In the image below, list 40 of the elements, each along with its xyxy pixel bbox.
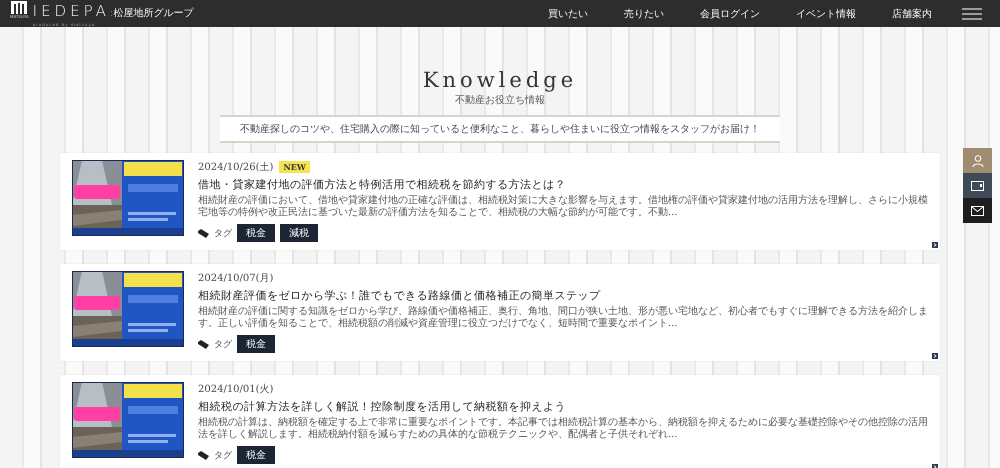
intro-banner: 不動産探しのコツや、住宅購入の際に知っていると便利なこと、暮らしや住まいに役立つ情報をスタッフがお届け！ xyxy=(220,115,780,143)
nav-link[interactable]: 会員ログイン xyxy=(700,6,760,20)
section-subtitle: 不動産お役立ち情報 xyxy=(455,94,545,107)
tag-button[interactable]: 税金 xyxy=(237,335,275,353)
article-title[interactable]: 相続税の計算方法を詳しく解説！控除制度を活用して納税額を抑えよう xyxy=(198,399,928,414)
mail-icon xyxy=(971,206,984,216)
section-title: Knowledge xyxy=(422,67,578,93)
tag-icon xyxy=(198,450,209,460)
menu-icon[interactable] xyxy=(962,8,982,20)
contact-button[interactable] xyxy=(963,173,992,198)
article-title[interactable]: 相続財産評価をゼロから学ぶ！誰でもできる路線価と価格補正の簡単ステップ xyxy=(198,288,928,303)
tag-button[interactable]: 税金 xyxy=(237,224,275,242)
tag-icon xyxy=(198,228,209,238)
mail-button[interactable] xyxy=(963,198,992,223)
article-date: 2024/10/07(月) xyxy=(198,272,274,285)
article-card[interactable]: 2024/10/07(月) 相続財産評価をゼロから学ぶ！誰でもできる路線価と価格補正の簡単ステップ 相続財産の評価に関する知識をゼロから学び、路線価や価格補正、奥行、角地、間口が狭い土地、形が悪い宅地など、初心者でもすぐに理解できる方法を紹介します。正しい評価を知ることで、相続税額の削減や資産管理に役立つだけでなく、短時間で重要なポイント... タグ 税金 xyxy=(60,264,940,361)
nav-link[interactable]: イベント情報 xyxy=(796,6,856,20)
card-icon xyxy=(971,180,984,190)
tag-label: タグ xyxy=(214,338,232,350)
article-card[interactable]: 2024/10/26(土) NEW 借地・貸家建付地の評価方法と特例活用で相続税を節約する方法とは？ 相続財産の評価において、借地や貸家建付地の正確な評価は、相続税対策に大きな影響を与えます。借地権の評価や貸家建付地の活用方法を理解し、さらに小規模宅地等の特例や改正民法に基づいた最新の評価方法を知ることで、相続税の大幅な節約が可能です。不動... タグ 税金 減税 xyxy=(60,153,940,250)
tag-button[interactable]: 減税 xyxy=(280,224,318,242)
article-excerpt: 相続財産の評価に関する知識をゼロから学び、路線価や価格補正、奥行、角地、間口が狭い土地、形が悪い宅地など、初心者でもすぐに理解できる方法を紹介します。正しい評価を知ることで、相続税額の削減や資産管理に役立つだけでなく、短時間で重要なポイント... xyxy=(198,306,928,330)
article-excerpt: 相続税の計算は、納税額を確定する上で非常に重要なポイントです。本記事では相続税計算の基本から、納税額を抑えるために必要な基礎控除やその他控除の活用法を詳しく解説します。相続税納付額を減らすための具体的な節税テクニックや、配偶者と子供それぞれ... xyxy=(198,417,928,441)
tag-icon xyxy=(198,340,209,348)
arrow-icon[interactable] xyxy=(932,242,938,248)
nav-link[interactable]: 買いたい xyxy=(548,6,588,20)
article-title[interactable]: 借地・貸家建付地の評価方法と特例活用で相続税を節約する方法とは？ xyxy=(198,177,928,192)
arrow-icon[interactable] xyxy=(932,353,938,359)
tag-label: タグ xyxy=(214,228,232,240)
article-date: 2024/10/26(土) xyxy=(198,160,274,174)
logo-text[interactable]: IEDEPA:松屋地所グループ xyxy=(32,2,194,20)
article-excerpt: 相続財産の評価において、借地や貸家建付地の正確な評価は、相続税対策に大きな影響を与えます。借地権の評価や貸家建付地の活用方法を理解し、さらに小規模宅地等の特例や改正民法に基づいた最新の評価方法を知ることで、相続税の大幅な節約が可能です。不動... xyxy=(198,195,928,219)
article-card[interactable]: 2024/10/01(火) 相続税の計算方法を詳しく解説！控除制度を活用して納税額を抑えよう 相続税の計算は、納税額を確定する上で非常に重要なポイントです。本記事では相続税計算の基本から、納税額を抑えるために必要な基礎控除やその他控除の活用法を詳しく解説します。相続税納付額を減らすための具体的な節税テクニックや、配偶者と子供それぞれ... タグ 税金 xyxy=(60,375,940,468)
nav-link[interactable]: 売りたい xyxy=(624,6,664,20)
tag-label: タグ xyxy=(214,450,232,462)
article-date: 2024/10/01(火) xyxy=(198,382,274,396)
tag-button[interactable]: 税金 xyxy=(237,446,275,464)
new-badge: NEW xyxy=(279,161,310,173)
nav-link[interactable]: 店舗案内 xyxy=(892,6,932,20)
person-icon xyxy=(972,154,984,166)
